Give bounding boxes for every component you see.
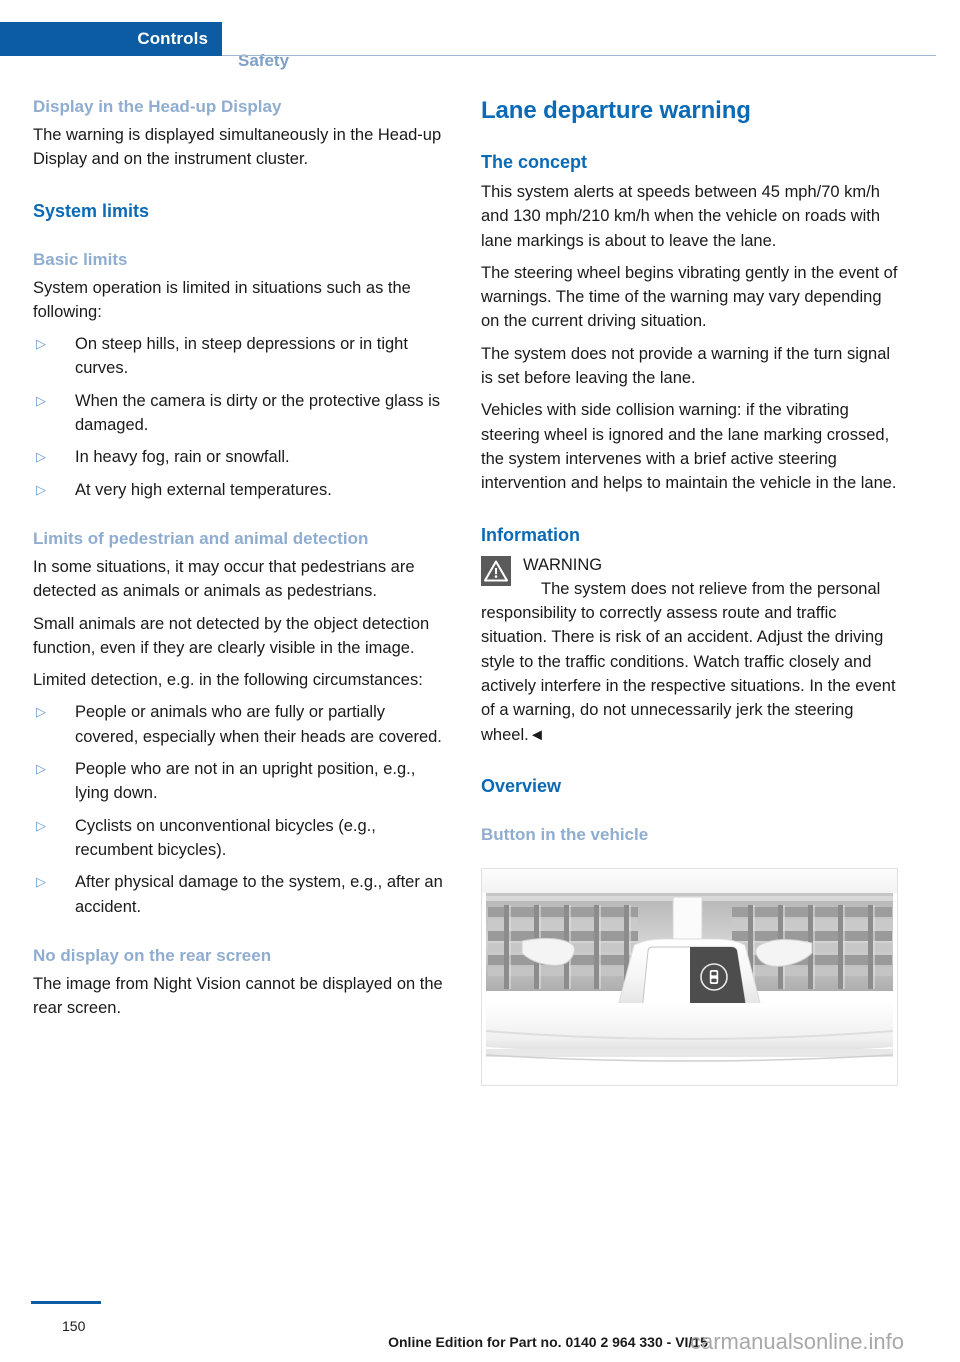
list-item: ▷ In heavy fog, rain or snowfall. xyxy=(33,445,452,469)
list-item-label: When the camera is dirty or the protecti… xyxy=(75,391,440,435)
list-item-label: Cyclists on unconventional bicycles (e.g… xyxy=(75,816,376,859)
heading-button-in-the-vehicle: Button in the vehicle xyxy=(481,824,649,844)
tab-controls-label: Controls xyxy=(137,29,208,48)
heading-information: Information xyxy=(481,524,580,545)
list-item-label: At very high external temperatures. xyxy=(75,480,332,499)
heading-basic-limits: Basic limits xyxy=(33,249,128,269)
heading-system-limits: System limits xyxy=(33,200,150,221)
list-item: ▷ People or animals who are fully or par… xyxy=(33,700,452,749)
warning-text-content: The system does not relieve from the per… xyxy=(481,579,896,744)
triangle-bullet-icon: ▷ xyxy=(36,817,46,833)
heading-display-in-headup: Display in the Head-up Display xyxy=(33,97,282,116)
paragraph-concept-3: The system does not provide a warning if… xyxy=(481,344,891,388)
paragraph-concept-4: Vehicles with side collision warning: if… xyxy=(481,401,897,493)
list-item-label: People who are not in an upright positio… xyxy=(75,760,416,803)
detection-limits-list: ▷ People or animals who are fully or par… xyxy=(33,700,452,918)
paragraph-detection-1: In some situations, it may occur that pe… xyxy=(33,557,415,601)
triangle-bullet-icon: ▷ xyxy=(36,392,46,408)
basic-limits-list: ▷ On steep hills, in steep depressions o… xyxy=(33,332,452,502)
warning-body: WARNING The system does not relieve from… xyxy=(481,553,900,747)
warning-triangle-icon xyxy=(481,555,511,586)
warning-label: WARNING xyxy=(523,555,603,574)
list-item: ▷ After physical damage to the system, e… xyxy=(33,870,452,919)
heading-no-display-rear-screen: No display on the rear screen xyxy=(33,945,272,965)
triangle-bullet-icon: ▷ xyxy=(36,704,46,720)
tab-controls[interactable]: Controls xyxy=(0,22,222,56)
paragraph-concept-1: This system alerts at speeds between 45 … xyxy=(481,183,880,250)
header-divider xyxy=(222,55,936,56)
paragraph-concept-2: The steering wheel begins vibrating gent… xyxy=(481,263,898,331)
list-item: ▷ Cyclists on unconventional bicycles (e… xyxy=(33,814,452,863)
paragraph-detection-2: Small animals are not detected by the ob… xyxy=(33,614,430,657)
footer-rule xyxy=(31,1301,101,1304)
warning-block: WARNING The system does not relieve from… xyxy=(481,553,900,747)
list-item: ▷ At very high external temperatures. xyxy=(33,478,452,502)
list-item: ▷ On steep hills, in steep depressions o… xyxy=(33,332,452,381)
heading-the-concept: The concept xyxy=(481,152,588,172)
paragraph-basic-intro: System operation is limited in situation… xyxy=(33,278,411,321)
triangle-bullet-icon: ▷ xyxy=(36,481,46,497)
list-item-label: On steep hills, in steep depressions or … xyxy=(75,335,408,378)
tab-safety[interactable]: Safety xyxy=(238,51,289,71)
list-item-label: After physical damage to the system, e.g… xyxy=(75,873,443,916)
heading-overview: Overview xyxy=(481,775,562,796)
list-item: ▷ People who are not in an upright posit… xyxy=(33,757,452,806)
triangle-bullet-icon: ▷ xyxy=(36,874,46,890)
watermark: carmanualsonline.info xyxy=(690,1329,905,1354)
page-number: 150 xyxy=(62,1318,86,1334)
paragraph-no-display: The image from Night Vision cannot be di… xyxy=(33,974,443,1018)
list-item-label: People or animals who are fully or parti… xyxy=(75,703,442,746)
left-column: Display in the Head-up Display The warni… xyxy=(33,96,452,1028)
warning-text: The system does not relieve from the per… xyxy=(481,577,900,747)
list-item-label: In heavy fog, rain or snowfall. xyxy=(75,448,290,467)
heading-limits-of-detection: Limits of pedestrian and animal detectio… xyxy=(33,528,369,548)
page-title: Lane departure warning xyxy=(481,97,751,124)
triangle-bullet-icon: ▷ xyxy=(36,449,46,465)
page-header: Controls Safety xyxy=(0,22,960,70)
figure-button-in-vehicle xyxy=(481,867,898,1086)
triangle-bullet-icon: ▷ xyxy=(36,761,46,777)
right-column: Lane departure warning The concept This … xyxy=(481,96,900,1086)
paragraph-headup: The warning is displayed simultaneously … xyxy=(33,126,442,169)
paragraph-detection-3: Limited detection, e.g. in the following… xyxy=(33,671,423,690)
triangle-bullet-icon: ▷ xyxy=(36,336,46,352)
list-item: ▷ When the camera is dirty or the protec… xyxy=(33,389,452,438)
